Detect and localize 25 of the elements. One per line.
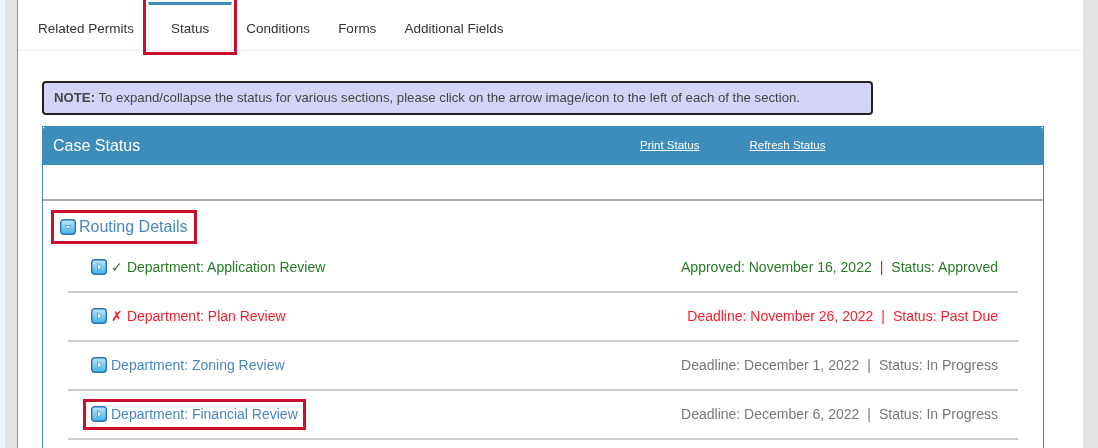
tab[interactable]: Related Permits <box>24 2 149 50</box>
status-text: Status: In Progress <box>878 404 998 424</box>
date-text: Deadline: December 6, 2022 <box>681 404 860 424</box>
section-toggle[interactable]: Routing Details <box>56 214 192 239</box>
separator-text: | <box>867 355 871 375</box>
date-text: Deadline: November 26, 2022 <box>687 306 874 326</box>
header-link[interactable]: Refresh Status <box>749 137 826 155</box>
separator-text: | <box>879 257 884 277</box>
department-row-link[interactable]: ✗ Department: Plan Review <box>88 305 289 327</box>
status-text: Status: In Progress <box>878 355 998 375</box>
tab[interactable]: Conditions <box>232 2 325 50</box>
department-row-link[interactable]: Department: Zoning Review <box>88 354 288 376</box>
status-text: Status: Approved <box>891 257 998 277</box>
tab[interactable]: Additional Fields <box>390 2 518 50</box>
note-banner: NOTE: To expand/collapse the status for various sections, please click on the arrow image/icon to the left of each of the section. <box>42 81 873 115</box>
header-link[interactable]: Print Status <box>640 137 700 155</box>
separator-text: | <box>867 404 871 424</box>
separator-text: | <box>881 306 885 326</box>
date-text: Approved: November 16, 2022 <box>681 257 872 277</box>
department-row-link[interactable]: ✓ Department: Application Review <box>88 256 329 278</box>
department-row-link[interactable]: Department: Financial Review <box>88 403 301 425</box>
panel-title: Case Status <box>53 135 142 156</box>
date-text: Deadline: December 1, 2022 <box>681 355 860 375</box>
status-text: Status: Past Due <box>892 306 998 326</box>
tab[interactable]: Forms <box>324 2 391 50</box>
